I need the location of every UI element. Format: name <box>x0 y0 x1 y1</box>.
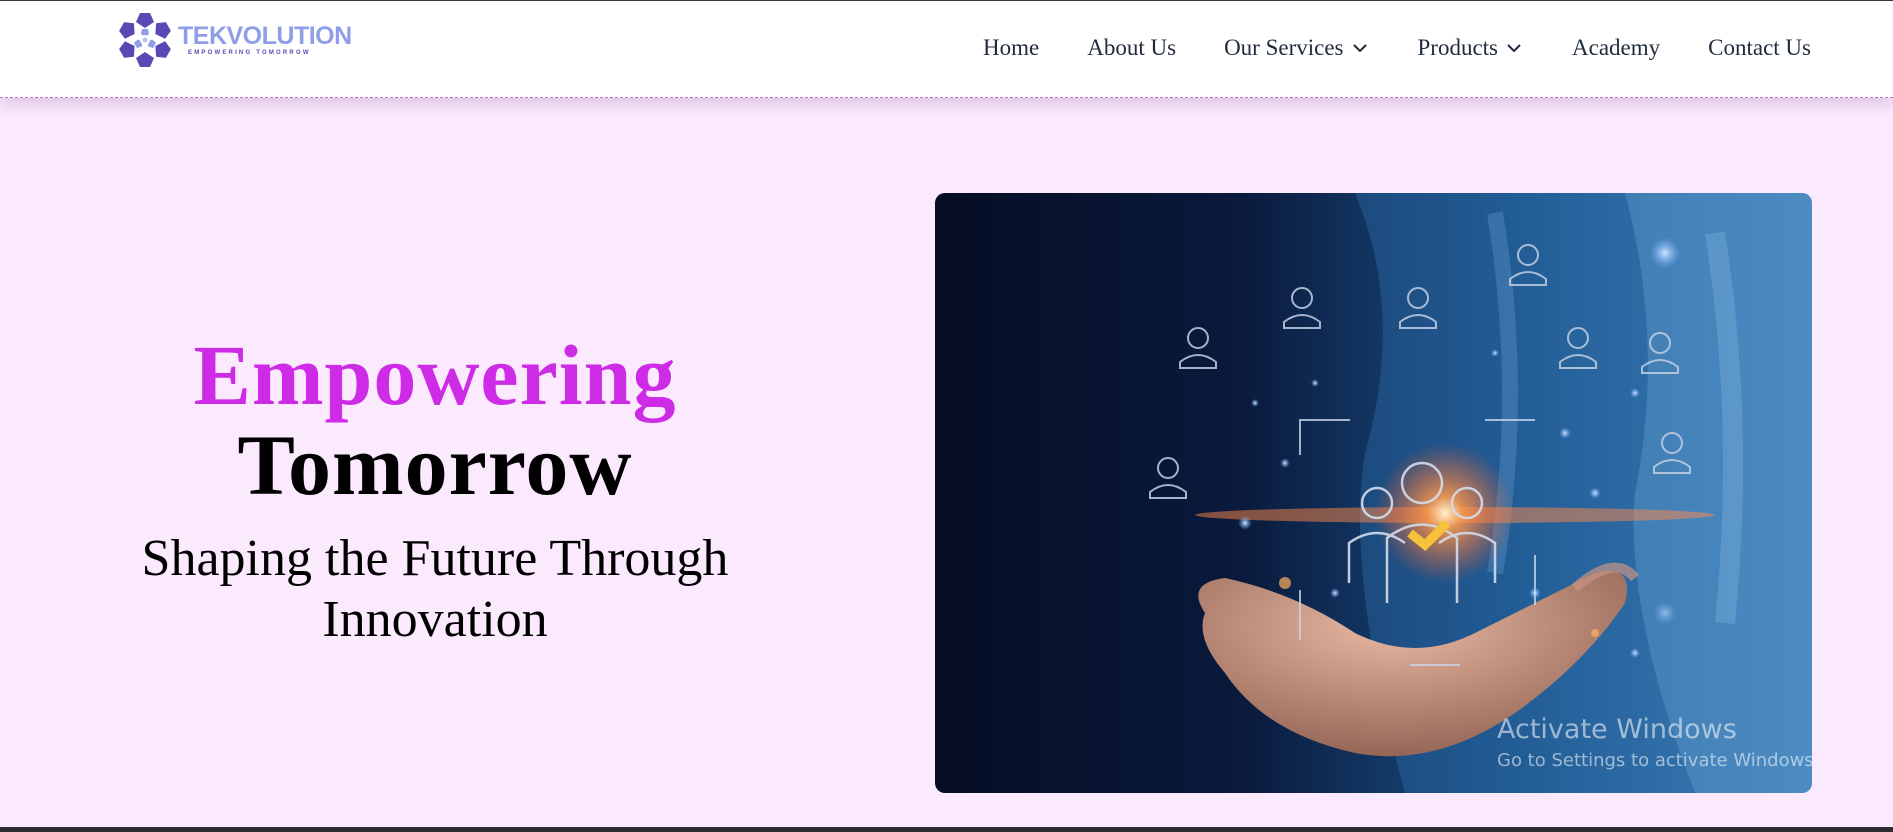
windows-activation-notice: Activate Windows Go to Settings to activ… <box>1497 713 1819 775</box>
nav-our-services-label: Our Services <box>1224 35 1344 60</box>
nav-contact-us-label: Contact Us <box>1708 35 1811 60</box>
hero-title: Tomorrow <box>237 417 633 513</box>
chevron-down-icon <box>1507 44 1521 53</box>
nav-home-label: Home <box>983 35 1040 60</box>
nav-contact-us[interactable]: Contact Us <box>1708 35 1811 61</box>
brand-logo[interactable]: TEKVOLUTION EMPOWERING TOMORROW <box>116 9 356 71</box>
hero-text: Empowering Tomorrow Shaping the Future T… <box>90 330 780 650</box>
brand-tagline: EMPOWERING TOMORROW <box>188 50 311 56</box>
hand-holding-network-icon <box>935 193 1812 793</box>
nav-about-us-label: About Us <box>1087 35 1177 60</box>
hero-image <box>935 193 1812 793</box>
nav-about-us[interactable]: About Us <box>1087 35 1176 61</box>
nav-home[interactable]: Home <box>983 35 1039 61</box>
taskbar-edge <box>0 827 1893 832</box>
chevron-down-icon <box>1352 44 1367 53</box>
nav-academy[interactable]: Academy <box>1572 35 1660 61</box>
main-navigation: Home About Us Our Services Products Acad… <box>983 35 1811 61</box>
site-header: TEKVOLUTION EMPOWERING TOMORROW Home Abo… <box>0 1 1893 98</box>
brand-name: TEKVOLUTION <box>178 22 352 50</box>
hero-subtitle: Shaping the Future Through Innovation <box>141 530 729 648</box>
nav-products[interactable]: Products <box>1418 35 1525 61</box>
nav-products-label: Products <box>1417 35 1499 60</box>
hero-title-highlight: Empowering <box>193 327 677 423</box>
nav-our-services[interactable]: Our Services <box>1224 35 1369 61</box>
snowflake-logo-icon <box>119 13 171 67</box>
activation-title: Activate Windows <box>1497 714 1737 745</box>
nav-academy-label: Academy <box>1572 35 1661 60</box>
activation-message: Go to Settings to activate Windows. <box>1497 750 1820 771</box>
